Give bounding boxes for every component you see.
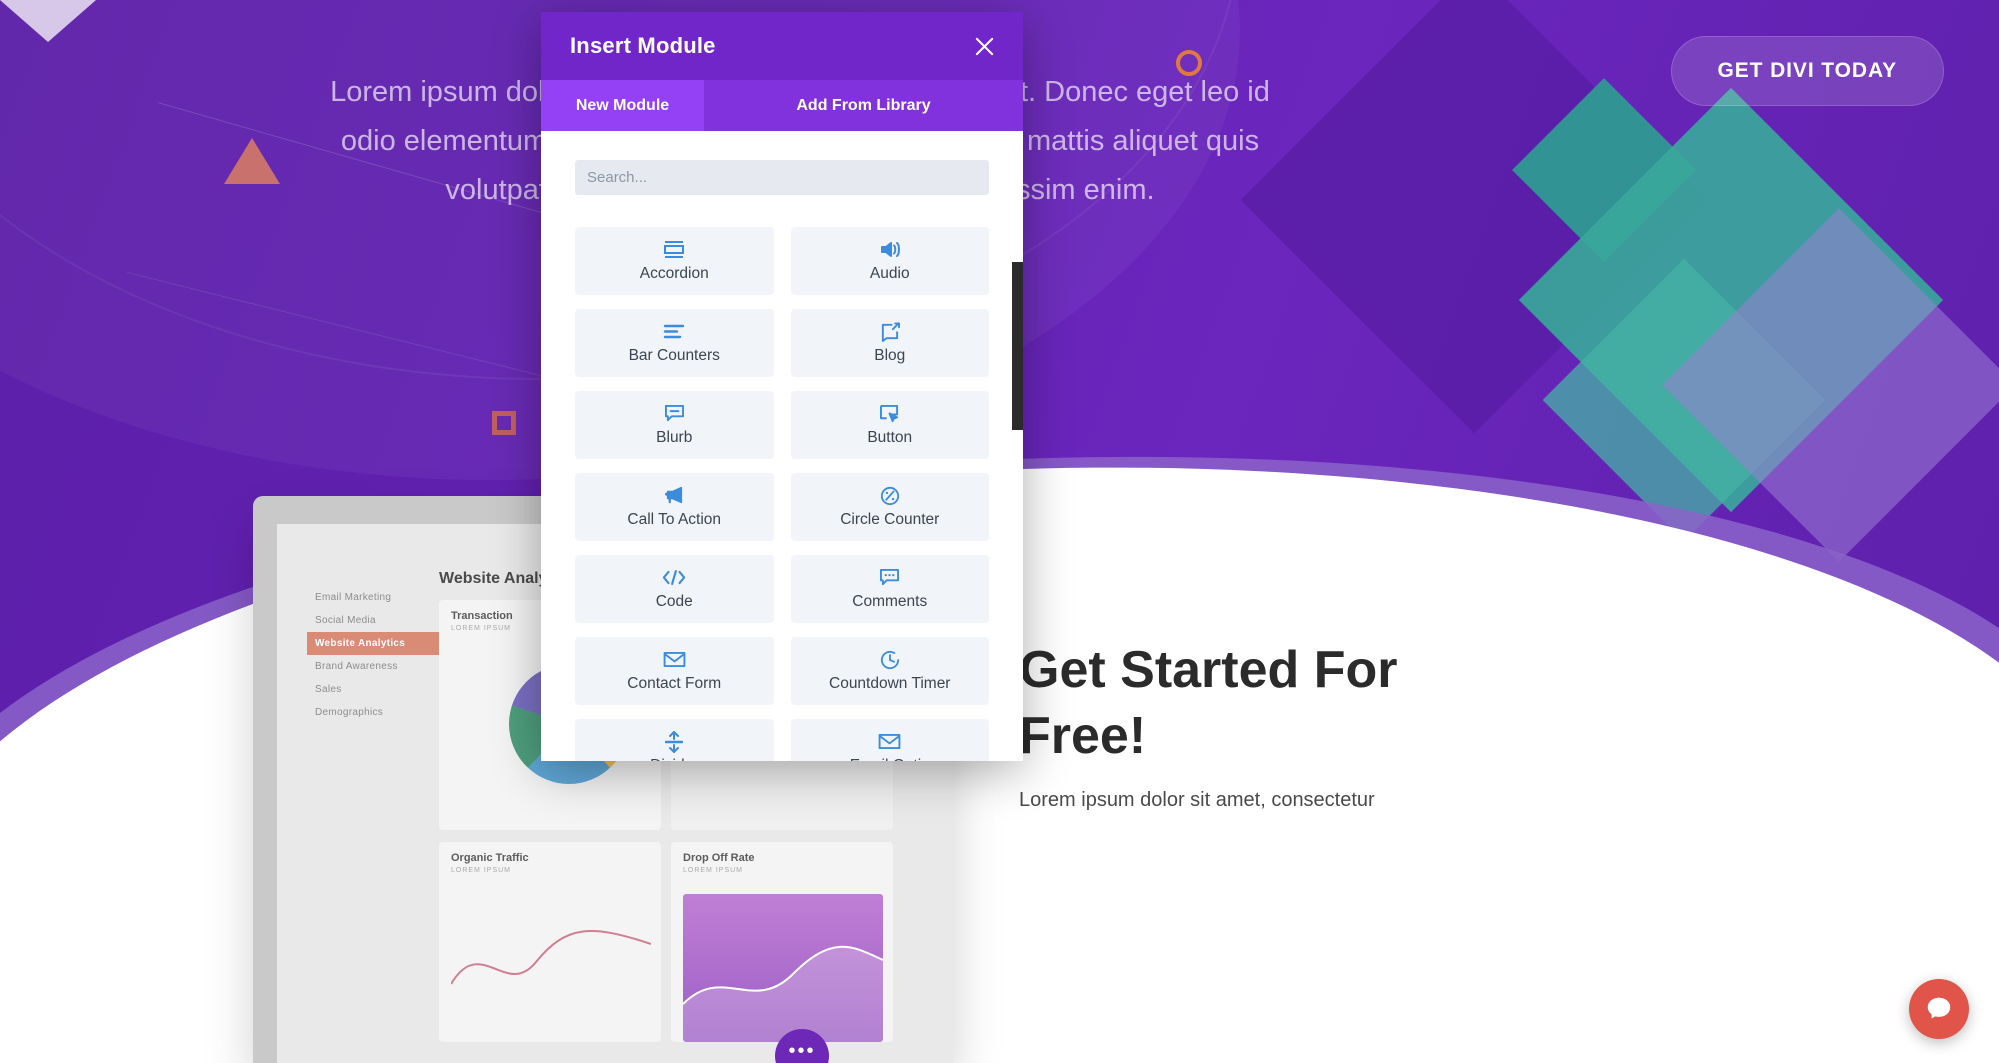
modal-header: Insert Module — [541, 12, 1023, 80]
square-salmon-icon — [492, 411, 516, 435]
accordion-icon — [663, 239, 685, 260]
page-subheading: Lorem ipsum dolor sit amet, consectetur — [1019, 789, 1375, 811]
page-heading: Get Started For Free! — [1019, 641, 1398, 765]
megaphone-icon — [664, 485, 685, 506]
modal-body: Accordion Audio — [541, 131, 1023, 761]
module-label: Email Optin — [850, 757, 930, 761]
mockup-nav-item: Demographics — [315, 707, 384, 718]
module-label: Button — [867, 429, 913, 446]
tab-add-from-library[interactable]: Add From Library — [704, 80, 1023, 131]
mockup-nav-item: Email Marketing — [315, 592, 392, 603]
module-label: Comments — [852, 593, 928, 610]
audio-speaker-icon — [879, 239, 901, 260]
mockup-nav-item: Sales — [315, 684, 342, 695]
blurb-speech-bubble-icon — [664, 403, 685, 424]
mockup-area-chart — [683, 894, 883, 1042]
module-tile-button[interactable]: Button — [790, 391, 989, 459]
get-divi-today-button[interactable]: GET DIVI TODAY — [1670, 36, 1944, 106]
module-label: Divider — [650, 757, 698, 761]
module-tile-accordion[interactable]: Accordion — [575, 227, 774, 295]
button-cursor-icon — [879, 403, 900, 424]
mockup-nav-item-active: Website Analytics — [307, 632, 457, 655]
insert-module-modal: Insert Module New Module Add From Librar… — [541, 12, 1023, 761]
mockup-sidebar-nav: Email Marketing Social Media Website Ana… — [307, 586, 457, 724]
module-tile-email-optin[interactable]: Email Optin — [790, 719, 989, 761]
bar-counters-icon — [663, 321, 685, 342]
mockup-card-sub: LOREM IPSUM — [683, 867, 744, 874]
chat-bubble-icon[interactable] — [1909, 979, 1969, 1039]
module-label: Blog — [874, 347, 906, 364]
module-tile-blog[interactable]: Blog — [790, 309, 989, 377]
module-tile-bar-counters[interactable]: Bar Counters — [575, 309, 774, 377]
module-label: Accordion — [639, 265, 709, 282]
modal-scrollbar-thumb[interactable] — [1012, 262, 1023, 430]
module-tile-countdown-timer[interactable]: Countdown Timer — [790, 637, 989, 705]
module-label: Contact Form — [627, 675, 722, 692]
modal-title: Insert Module — [570, 33, 716, 58]
module-label: Code — [655, 593, 693, 610]
module-tile-contact-form[interactable]: Contact Form — [575, 637, 774, 705]
module-label: Countdown Timer — [829, 675, 951, 692]
divider-arrows-icon — [665, 730, 684, 753]
screen: GET DIVI TODAY Lorem ipsum dolor sit ame… — [0, 0, 1999, 1063]
module-tile-audio[interactable]: Audio — [790, 227, 989, 295]
module-tile-comments[interactable]: Comments — [790, 555, 989, 623]
module-label: Circle Counter — [840, 511, 940, 528]
modal-tabs: New Module Add From Library — [541, 80, 1023, 131]
mockup-card-title: Drop Off Rate — [683, 852, 755, 864]
module-label: Call To Action — [627, 511, 722, 528]
module-label: Bar Counters — [628, 347, 720, 364]
code-brackets-icon — [662, 567, 686, 588]
circle-percent-icon — [880, 485, 900, 506]
comments-bubble-icon — [879, 567, 900, 588]
module-label: Blurb — [656, 429, 693, 446]
tab-new-module[interactable]: New Module — [541, 80, 704, 131]
mockup-line-chart — [451, 930, 651, 985]
envelope-icon — [663, 649, 686, 670]
module-tile-code[interactable]: Code — [575, 555, 774, 623]
clock-icon — [880, 649, 900, 670]
search-field-wrapper — [575, 160, 989, 195]
mockup-nav-item: Social Media — [315, 615, 376, 626]
close-icon[interactable] — [967, 29, 1001, 63]
search-input[interactable] — [575, 160, 989, 195]
mockup-card-sub: LOREM IPSUM — [451, 867, 512, 874]
module-label: Audio — [869, 265, 910, 282]
module-tile-call-to-action[interactable]: Call To Action — [575, 473, 774, 541]
blog-edit-icon — [879, 321, 901, 342]
mockup-card-title: Organic Traffic — [451, 852, 529, 864]
module-tile-blurb[interactable]: Blurb — [575, 391, 774, 459]
mockup-nav-item: Brand Awareness — [315, 661, 398, 672]
envelope-icon — [878, 731, 901, 752]
module-grid: Accordion Audio Bar Counters Blog Blurb … — [575, 227, 989, 761]
module-tile-divider[interactable]: Divider — [575, 719, 774, 761]
module-tile-circle-counter[interactable]: Circle Counter — [790, 473, 989, 541]
triangle-salmon-icon — [224, 138, 280, 184]
